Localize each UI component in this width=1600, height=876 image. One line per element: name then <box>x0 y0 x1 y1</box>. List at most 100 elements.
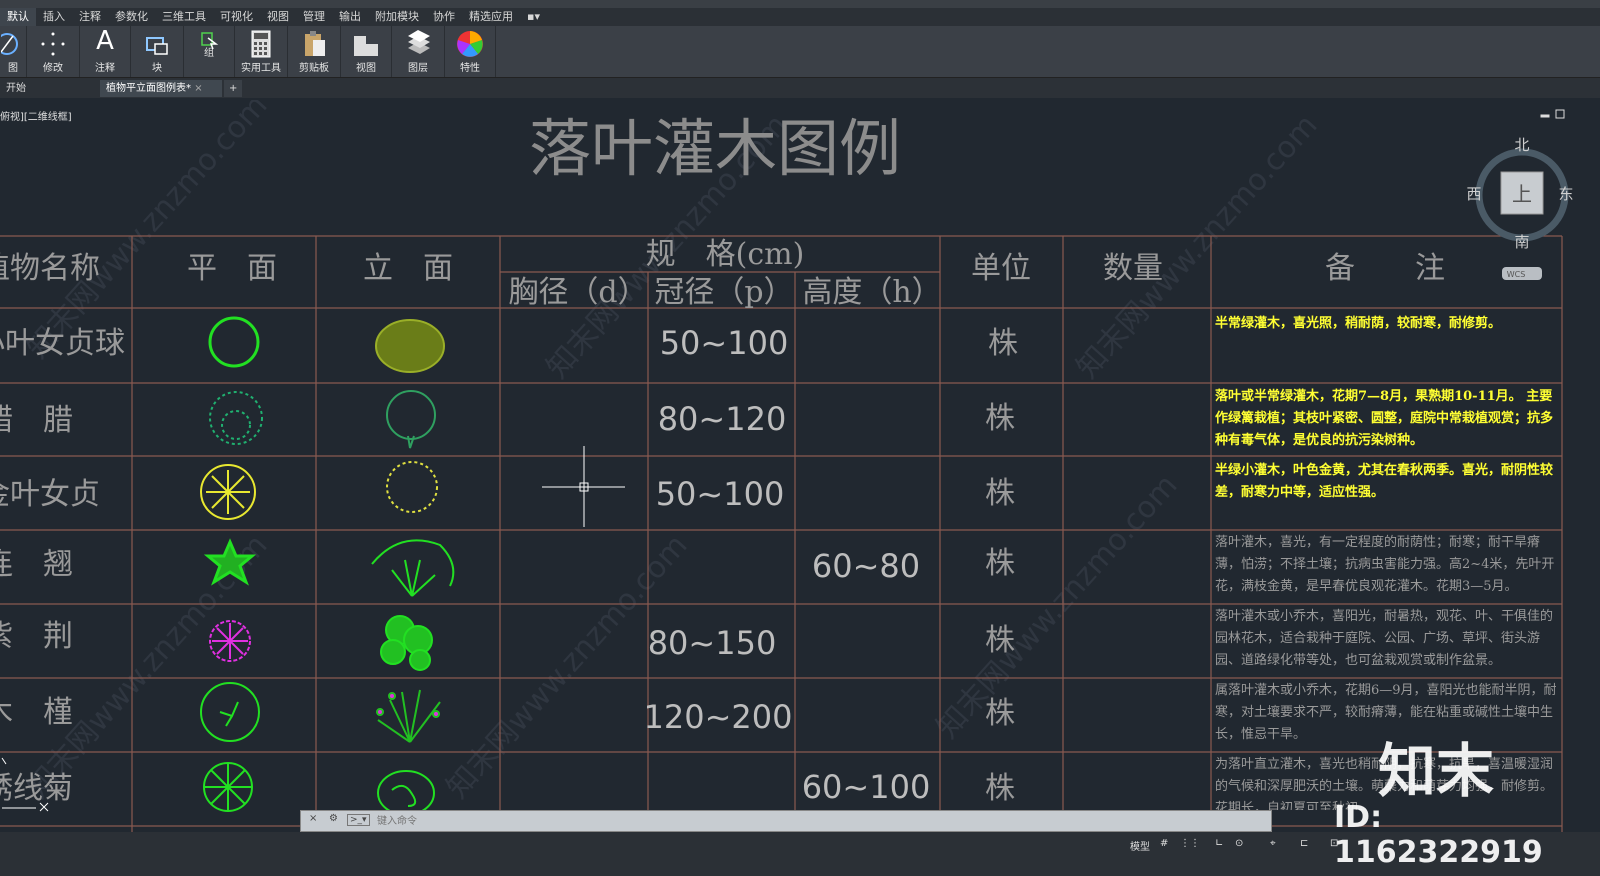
watermark-text-5: 知末网www.znzmo.com <box>440 528 695 805</box>
drawing-tab-label: 植物平立面图例表* <box>106 83 191 94</box>
close-tab-icon[interactable]: × <box>194 83 202 94</box>
modify-button[interactable]: 修改 <box>27 26 80 77</box>
tab-3d-tools[interactable]: 三维工具 <box>155 8 213 26</box>
elevation-symbol-spiraea <box>377 770 435 816</box>
annotate-button[interactable]: A 注释 <box>80 26 131 77</box>
draw-button-label: 图 <box>8 63 18 74</box>
minimize-viewport-icon <box>1540 114 1550 118</box>
wcs-label: WCS <box>1507 270 1526 279</box>
annotate-button-label: 注释 <box>95 63 115 74</box>
tab-featured-apps[interactable]: 精选应用 <box>462 8 520 26</box>
row-6-crown: 120~200 <box>644 698 793 736</box>
viewcube-east-label: 东 <box>1558 185 1573 203</box>
polar-tracking-icon[interactable]: ⊙ <box>1235 838 1243 849</box>
viewcube-top-label: 上 <box>1512 182 1532 206</box>
row-7-height: 60~100 <box>802 768 931 806</box>
row-2-unit: 株 <box>985 401 1015 436</box>
grid-toggle-icon[interactable]: # <box>1160 838 1168 849</box>
row-3-unit: 株 <box>985 476 1015 511</box>
row-name-7: 绣线菊 <box>0 771 73 806</box>
tab-visualize[interactable]: 可视化 <box>213 8 260 26</box>
color-wheel-icon <box>457 31 483 57</box>
viewport-control-label[interactable]: 俯视][二维线框] <box>0 108 72 123</box>
header-height: 高度（h） <box>802 275 941 310</box>
clipboard-button[interactable]: 剪贴板 <box>288 26 341 77</box>
tab-default[interactable]: 默认 <box>0 8 36 26</box>
row-name-2: 蜡 腊 <box>0 403 73 438</box>
tab-annotate[interactable]: 注释 <box>72 8 108 26</box>
header-spec: 规 格(cm) <box>646 237 805 272</box>
tab-output[interactable]: 输出 <box>332 8 368 26</box>
tab-overflow-icon[interactable]: ▪▾ <box>520 8 547 26</box>
block-button[interactable]: 块 <box>131 26 184 77</box>
row-name-5: 紫 荆 <box>0 619 73 654</box>
model-space-button[interactable]: 模型 <box>1130 838 1150 853</box>
command-prompt-icon[interactable]: >_▾ <box>347 814 370 826</box>
start-tab[interactable]: 开始 <box>0 80 32 97</box>
row-5-crown: 80~150 <box>648 624 777 662</box>
tab-view[interactable]: 视图 <box>260 8 296 26</box>
clipboard-icon <box>305 31 325 56</box>
row-4-height: 60~80 <box>812 547 920 585</box>
ribbon-panel: 图 修改 A 注释 块 组 实用工具 剪贴板 视图 图层 特性 <box>0 26 1600 78</box>
plan-symbol-spiraea <box>203 762 253 812</box>
row-4-unit: 株 <box>985 546 1015 581</box>
elevation-symbol-hibiscus <box>376 689 441 743</box>
close-command-line-icon[interactable]: × <box>309 813 317 824</box>
calculator-icon <box>251 30 271 58</box>
table-headers: 植物名称 平 面 立 面 规 格(cm) 胸径（d） 冠径（p） 高度（h） 单… <box>0 237 1445 310</box>
plan-symbol-lamei <box>209 391 263 445</box>
plan-symbol-redbud <box>209 620 251 662</box>
drawing-title: 落叶灌木图例 <box>529 112 901 185</box>
header-elevation: 立 面 <box>363 251 453 286</box>
remark-3: 半绿小灌木，叶色金黄，尤其在春秋两季。喜光，耐阴性较差，耐寒力中等，适应性强。 <box>1215 463 1554 500</box>
row-1-unit: 株 <box>988 326 1018 361</box>
elevation-symbol-ligustrum-ball <box>375 319 445 373</box>
ortho-toggle-icon[interactable]: ∟ <box>1215 838 1223 849</box>
tab-collaborate[interactable]: 协作 <box>426 8 462 26</box>
modify-button-label: 修改 <box>43 63 63 74</box>
viewcube[interactable]: 上 北 南 西 东 WCS <box>1466 136 1574 280</box>
file-tab-bar: 开始 植物平立面图例表* × + <box>0 78 1600 98</box>
row-2-crown: 80~120 <box>658 400 787 438</box>
view-button[interactable]: 视图 <box>341 26 392 77</box>
crosshair-cursor-icon <box>542 446 625 527</box>
command-customize-icon[interactable]: ⚙ <box>329 813 338 824</box>
viewport-window-controls[interactable] <box>1540 109 1565 119</box>
properties-button[interactable]: 特性 <box>445 26 496 77</box>
header-remark: 备 注 <box>1325 251 1445 286</box>
command-line: × ⚙ >_▾ <box>300 810 1272 832</box>
ribbon-tab-bar: 默认 插入 注释 参数化 三维工具 可视化 视图 管理 输出 附加模块 协作 精… <box>0 8 1600 26</box>
command-input[interactable] <box>375 813 1259 829</box>
utilities-button[interactable]: 实用工具 <box>235 26 288 77</box>
object-snap-icon[interactable]: ⌖ <box>1270 838 1276 849</box>
view-icon <box>354 36 378 56</box>
group-icon <box>201 32 219 50</box>
lineweight-icon[interactable]: ⊏ <box>1300 838 1308 849</box>
tab-manage[interactable]: 管理 <box>296 8 332 26</box>
row-name-6: 木 槿 <box>0 695 73 730</box>
header-dbh: 胸径（d） <box>508 275 647 310</box>
elevation-symbol-golden-privet <box>386 461 438 513</box>
plan-symbol-hibiscus <box>200 682 260 742</box>
layers-button-label: 图层 <box>408 63 428 74</box>
layers-button[interactable]: 图层 <box>392 26 445 77</box>
draw-button[interactable]: 图 <box>0 26 27 77</box>
new-tab-plus-icon[interactable]: + <box>224 80 243 97</box>
row-5-unit: 株 <box>985 623 1015 658</box>
tab-addins[interactable]: 附加模块 <box>368 8 426 26</box>
tab-insert[interactable]: 插入 <box>36 8 72 26</box>
layers-icon <box>408 30 430 54</box>
header-name: 植物名称 <box>0 251 100 286</box>
drawing-tab[interactable]: 植物平立面图例表* × <box>100 80 222 97</box>
elevation-symbol-redbud <box>380 615 433 671</box>
group-button[interactable]: 组 <box>184 26 235 77</box>
text-a-icon: A <box>96 26 114 56</box>
row-1-crown: 50~100 <box>660 324 789 362</box>
block-button-label: 块 <box>152 63 162 74</box>
snap-toggle-icon[interactable]: ⋮⋮ <box>1180 838 1200 849</box>
title-strip <box>0 0 1600 8</box>
plan-symbol-golden-privet <box>200 464 256 520</box>
tab-parametric[interactable]: 参数化 <box>108 8 155 26</box>
watermark-text-6: 知末网www.znzmo.com <box>930 468 1185 745</box>
